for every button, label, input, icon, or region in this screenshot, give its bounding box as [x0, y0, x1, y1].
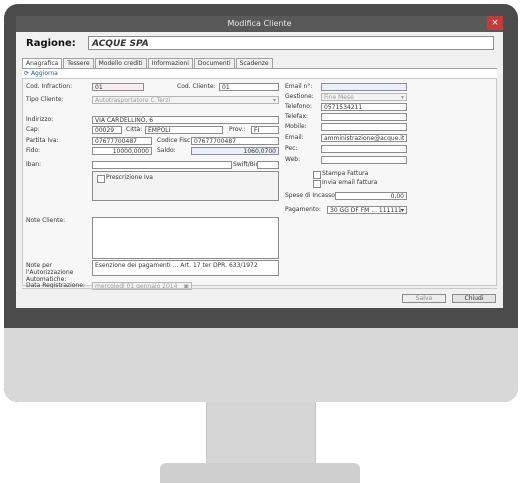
- footer-divider: [22, 288, 497, 289]
- tab-anagrafica[interactable]: Anagrafica: [22, 58, 63, 68]
- web-field[interactable]: [321, 156, 407, 164]
- chevron-down-icon: ▾: [272, 97, 276, 104]
- gestione-value: Fine Mese: [324, 94, 354, 101]
- prov-field[interactable]: FI: [251, 126, 279, 134]
- note-aut-textarea[interactable]: Esenzione dei pagamenti ... Art. 17 ter …: [92, 260, 279, 276]
- tab-documenti[interactable]: Documenti: [193, 58, 235, 68]
- chevron-down-icon: ▾: [400, 94, 404, 101]
- modifica-cliente-window: Modifica Cliente × Ragione: ACQUE SPA An…: [16, 16, 503, 308]
- gestione-label: Gestione:: [285, 93, 314, 100]
- email-label: Email:: [285, 134, 304, 141]
- save-button[interactable]: Salva: [402, 294, 446, 303]
- telefax-label: Telefax:: [285, 113, 309, 120]
- swift-field[interactable]: [257, 161, 279, 169]
- mobile-label: Mobile:: [285, 123, 307, 130]
- note-cliente-label: Note Cliente:: [26, 217, 66, 224]
- pagamento-value: 30 GG DF FM ... 111111: [330, 207, 402, 214]
- partita-iva-label: Partita Iva:: [26, 137, 59, 144]
- close-button[interactable]: Chiudi: [452, 294, 496, 303]
- email-n-field[interactable]: [321, 83, 407, 91]
- tipo-cliente-select[interactable]: Autotrasportatore C.Terzi ▾: [92, 96, 279, 104]
- cap-field[interactable]: 00029: [92, 126, 122, 134]
- web-label: Web:: [285, 156, 301, 163]
- cod-cliente-field[interactable]: 01: [219, 83, 279, 91]
- anagrafica-panel: Cod. Infraction: 01 Cod. Cliente: 01 Tip…: [22, 78, 497, 290]
- codice-fisc-label: Codice Fisc.:: [157, 137, 195, 144]
- indirizzo-field[interactable]: VIA CARDELLINO, 6: [92, 116, 279, 124]
- monitor-chin: [4, 328, 518, 402]
- prov-label: Prov.:: [229, 126, 246, 133]
- prescrizione-iva-label: Prescrizione Iva: [106, 174, 153, 181]
- telefax-field[interactable]: [321, 113, 407, 121]
- pagamento-label: Pagamento:: [285, 206, 321, 213]
- gestione-select[interactable]: Fine Mese ▾: [321, 93, 407, 101]
- partita-iva-field[interactable]: 07677700487: [92, 137, 152, 145]
- stampa-fattura-checkbox[interactable]: [313, 171, 321, 179]
- window-title: Modifica Cliente: [16, 16, 503, 32]
- spese-field[interactable]: 0,00: [335, 192, 407, 200]
- stampa-fattura-label: Stampa Fattura: [322, 170, 369, 177]
- saldo-label: Saldo:: [157, 147, 176, 154]
- telefono-label: Telefono:: [285, 103, 312, 110]
- tab-modello-crediti[interactable]: Modello crediti: [94, 58, 147, 68]
- pec-label: Pec:: [285, 145, 298, 152]
- mobile-field[interactable]: [321, 123, 407, 131]
- email-n-label: Email n°:: [285, 83, 313, 90]
- cod-infraction-field[interactable]: 01: [92, 83, 144, 91]
- ragione-label: Ragione:: [26, 38, 76, 49]
- telefono-field[interactable]: 0571534211: [321, 103, 407, 111]
- monitor-stand-neck: [206, 402, 316, 464]
- saldo-field: 1060,0700: [191, 147, 279, 155]
- tab-scadenze[interactable]: Scadenze: [235, 58, 273, 68]
- codice-fisc-field[interactable]: 07677700487: [191, 137, 279, 145]
- tab-tessere[interactable]: Tessere: [63, 58, 94, 68]
- invia-email-checkbox[interactable]: [313, 180, 321, 188]
- note-aut-label: Note per l'Autorizzazione Automatiche:: [26, 262, 74, 283]
- spese-label: Spese di Incasso:: [285, 192, 337, 199]
- prescrizione-iva-checkbox[interactable]: [97, 175, 105, 183]
- refresh-icon: ⟳: [24, 70, 30, 77]
- ragione-field[interactable]: ACQUE SPA: [88, 36, 494, 50]
- invia-email-label: Invia email fattura: [322, 179, 378, 186]
- chevron-down-icon: ▾: [400, 207, 404, 214]
- refresh-label: Aggiorna: [30, 70, 58, 77]
- close-icon[interactable]: ×: [487, 16, 503, 30]
- citta-label: Città:: [126, 126, 143, 133]
- indirizzo-label: Indirizzo:: [26, 116, 54, 123]
- tipo-cliente-value: Autotrasportatore C.Terzi: [95, 97, 171, 104]
- iban-label: Iban:: [26, 161, 42, 168]
- note-cliente-textarea[interactable]: [92, 217, 279, 259]
- pec-field[interactable]: [321, 145, 407, 153]
- tab-informazioni[interactable]: Informazioni: [147, 58, 193, 68]
- cod-infraction-label: Cod. Infraction:: [26, 83, 73, 90]
- iban-field[interactable]: [92, 161, 232, 169]
- fido-label: Fido:: [26, 147, 41, 154]
- fido-field[interactable]: 10000,0000: [92, 147, 152, 155]
- citta-field[interactable]: EMPOLI: [145, 126, 223, 134]
- tipo-cliente-label: Tipo Cliente:: [26, 96, 64, 103]
- pagamento-select[interactable]: 30 GG DF FM ... 111111 ▾: [327, 206, 407, 214]
- tab-bar: Anagrafica Tessere Modello crediti Infor…: [22, 58, 274, 68]
- cap-label: Cap:: [26, 126, 40, 133]
- monitor-stand-base: [160, 463, 360, 483]
- cod-cliente-label: Cod. Cliente:: [177, 83, 216, 90]
- email-field[interactable]: amministrazione@acque.it: [321, 134, 407, 142]
